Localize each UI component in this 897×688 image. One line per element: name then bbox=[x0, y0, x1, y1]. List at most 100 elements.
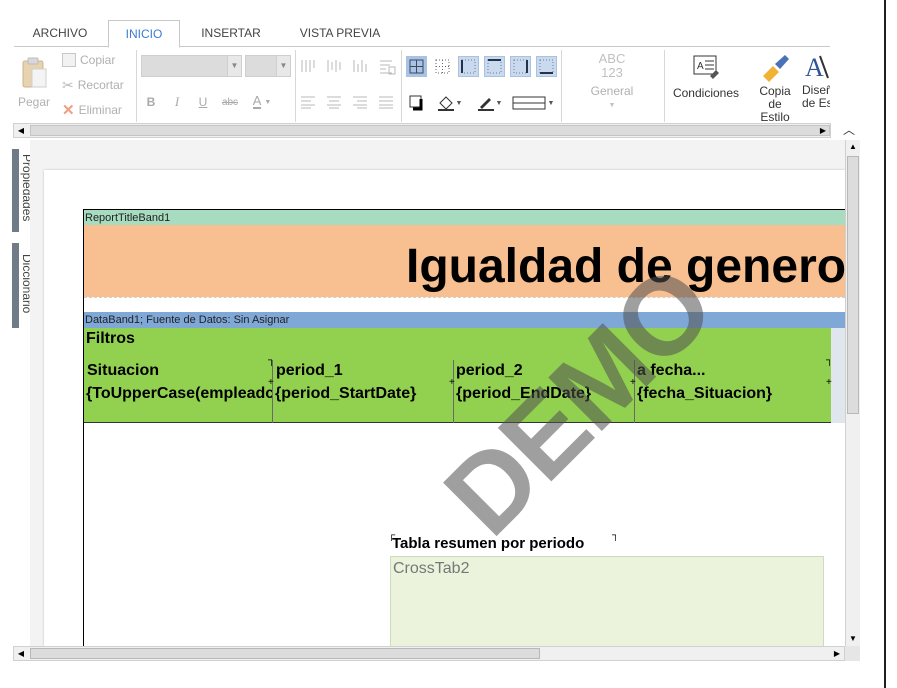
copy-button[interactable]: Copiar bbox=[62, 51, 122, 69]
dictionary-panel-tab-bar[interactable] bbox=[12, 243, 19, 328]
align-bottom-icon[interactable] bbox=[352, 58, 368, 74]
data-band-side bbox=[831, 328, 845, 423]
copy-icon bbox=[62, 53, 76, 67]
scroll-down-icon[interactable]: ▼ bbox=[846, 632, 860, 646]
clipboard-icon bbox=[22, 57, 47, 88]
strikethrough-icon[interactable]: abc bbox=[220, 94, 240, 110]
column-value-period-1[interactable]: {period_StartDate} bbox=[275, 385, 452, 403]
column-value-period-2[interactable]: {period_EndDate} bbox=[456, 385, 632, 403]
shadow-icon[interactable] bbox=[408, 94, 426, 112]
window-edge bbox=[884, 0, 886, 688]
scroll-up-icon[interactable]: ▲ bbox=[846, 140, 860, 154]
delete-label: Eliminar bbox=[78, 103, 122, 117]
separator bbox=[295, 50, 296, 122]
font-color-icon[interactable]: A ▼ bbox=[248, 94, 276, 110]
report-title-band[interactable]: Igualdad de genero bbox=[84, 225, 845, 297]
bold-icon[interactable]: B bbox=[144, 94, 158, 110]
scroll-left-icon[interactable]: ◀ bbox=[14, 124, 28, 138]
conditions-button[interactable]: A Condiciones bbox=[668, 54, 744, 114]
left-border-icon[interactable] bbox=[458, 56, 479, 77]
align-left-icon[interactable] bbox=[300, 94, 316, 110]
align-right-icon[interactable] bbox=[352, 94, 368, 110]
ribbon-tabs: ARCHIVO INICIO INSERTAR VISTA PREVIA bbox=[14, 20, 830, 48]
design-style-button[interactable]: A Diseñ de Es bbox=[802, 52, 830, 118]
paste-label: Pegar bbox=[17, 95, 51, 109]
crosstab-name: CrossTab2 bbox=[393, 560, 470, 577]
separator bbox=[561, 50, 562, 122]
column-header-situacion[interactable]: Situacion bbox=[87, 362, 271, 380]
column-header-period-1[interactable]: period_1 bbox=[276, 362, 452, 380]
conditions-label: Condiciones bbox=[672, 86, 740, 100]
all-borders-icon[interactable] bbox=[406, 56, 427, 77]
ribbon: Pegar Copiar ✂ Recortar ✕ Eliminar ▼ ▼ B… bbox=[14, 48, 830, 124]
font-size-combo[interactable]: ▼ bbox=[245, 55, 291, 77]
report-title[interactable]: Igualdad de genero bbox=[406, 239, 845, 294]
number-format-label: General bbox=[590, 84, 634, 98]
corner-mark: ┐ bbox=[612, 530, 620, 541]
separator bbox=[664, 50, 665, 122]
ribbon-scroll-thumb[interactable] bbox=[30, 125, 830, 136]
horizontal-scrollbar[interactable]: ◀ ▶ bbox=[13, 646, 845, 661]
word-wrap-icon[interactable] bbox=[378, 58, 396, 76]
vertical-scroll-thumb[interactable] bbox=[847, 156, 859, 414]
number-format-button[interactable]: ABC 123 General ▼ bbox=[572, 52, 652, 122]
copy-label: Copiar bbox=[80, 53, 116, 67]
horizontal-scroll-thumb[interactable] bbox=[30, 648, 540, 659]
tab-archivo[interactable]: ARCHIVO bbox=[20, 20, 100, 47]
italic-icon[interactable]: I bbox=[170, 94, 184, 110]
scroll-right-icon[interactable]: ▶ bbox=[830, 647, 844, 661]
cut-button[interactable]: ✂ Recortar bbox=[62, 76, 134, 94]
bottom-border-icon[interactable] bbox=[536, 56, 557, 77]
corner-mark: + bbox=[449, 377, 455, 388]
column-divider bbox=[453, 360, 454, 423]
right-border-icon[interactable] bbox=[510, 56, 531, 77]
align-middle-icon[interactable] bbox=[326, 58, 342, 74]
fill-color-icon[interactable]: ▼ bbox=[434, 94, 464, 112]
ribbon-scrollbar[interactable]: ◀ ▶ bbox=[13, 123, 831, 138]
scroll-right-icon[interactable]: ▶ bbox=[816, 124, 830, 138]
properties-panel-tab-bar[interactable] bbox=[12, 149, 19, 232]
no-border-icon[interactable] bbox=[432, 56, 453, 77]
crosstab-title[interactable]: Tabla resumen por periodo bbox=[392, 535, 584, 552]
conditions-icon: A bbox=[693, 55, 719, 79]
corner-mark: ┐ bbox=[268, 355, 276, 366]
paste-button[interactable]: Pegar bbox=[16, 54, 52, 112]
column-value-fecha[interactable]: {fecha_Situacion} bbox=[637, 385, 827, 403]
copy-style-button[interactable]: Copia de Estilo bbox=[752, 54, 798, 124]
corner-mark: ┐ bbox=[826, 355, 834, 366]
border-color-icon[interactable]: ▼ bbox=[474, 94, 504, 112]
abc-label: ABC bbox=[598, 51, 626, 66]
scissors-icon: ✂ bbox=[62, 76, 74, 93]
number-sample-label: 123 bbox=[601, 65, 623, 80]
style-design-icon: A bbox=[805, 53, 829, 82]
crosstab[interactable]: CrossTab2 bbox=[390, 556, 824, 651]
filters-label[interactable]: Filtros bbox=[86, 330, 135, 348]
corner-mark: ┌ bbox=[388, 530, 396, 541]
column-divider bbox=[272, 360, 273, 423]
collapse-ribbon-icon[interactable]: ︿ bbox=[843, 121, 855, 138]
column-header-fecha[interactable]: a fecha... bbox=[637, 362, 827, 380]
data-band-header[interactable]: DataBand1; Fuente de Datos: Sin Asignar bbox=[84, 312, 845, 328]
corner-mark: + bbox=[630, 377, 636, 388]
column-value-situacion[interactable]: {ToUpperCase(empleadc bbox=[86, 385, 272, 403]
separator bbox=[136, 50, 137, 122]
report-title-band-header[interactable]: ReportTitleBand1 bbox=[84, 209, 845, 225]
align-top-icon[interactable] bbox=[300, 58, 316, 74]
tab-insertar[interactable]: INSERTAR bbox=[190, 20, 272, 47]
justify-icon[interactable] bbox=[378, 94, 394, 110]
top-border-icon[interactable] bbox=[484, 56, 505, 77]
align-center-icon[interactable] bbox=[326, 94, 342, 110]
vertical-scrollbar[interactable]: ▲ ▼ bbox=[845, 140, 860, 646]
design-label-2: de Es bbox=[802, 96, 830, 110]
tab-vista-previa[interactable]: VISTA PREVIA bbox=[290, 20, 390, 47]
column-header-period-2[interactable]: period_2 bbox=[456, 362, 632, 380]
tab-inicio[interactable]: INICIO bbox=[108, 20, 180, 48]
border-style-icon[interactable]: ▼ bbox=[510, 94, 556, 112]
font-name-combo[interactable]: ▼ bbox=[141, 55, 242, 77]
underline-icon[interactable]: U bbox=[196, 94, 210, 110]
delete-icon: ✕ bbox=[62, 102, 75, 119]
cut-label: Recortar bbox=[77, 78, 124, 92]
scroll-left-icon[interactable]: ◀ bbox=[14, 647, 28, 661]
delete-button[interactable]: ✕ Eliminar bbox=[62, 101, 134, 119]
paintbrush-icon bbox=[763, 55, 789, 82]
